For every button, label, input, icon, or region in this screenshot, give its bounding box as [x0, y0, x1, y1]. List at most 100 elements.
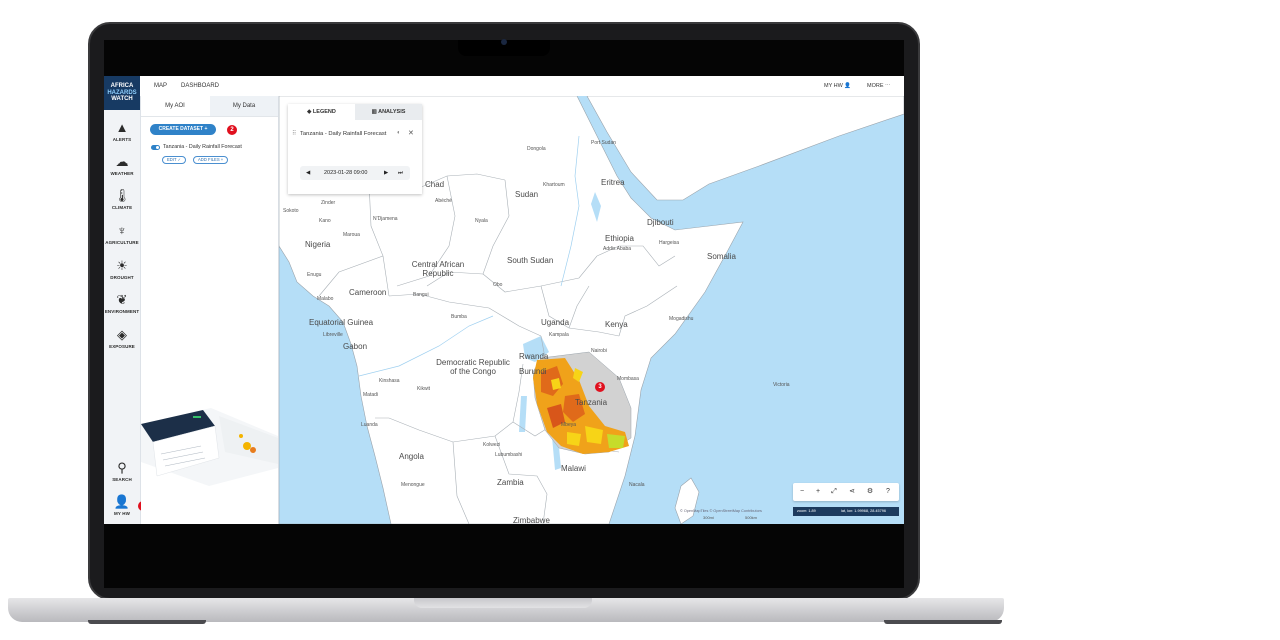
city-label: Bangui — [413, 292, 429, 298]
laptop-opening-notch — [414, 598, 592, 608]
cloud-rain-icon: ☁ — [115, 154, 129, 169]
drag-handle-icon[interactable]: ⠿ — [292, 130, 296, 137]
edit-dataset-button[interactable]: EDIT ✓ — [162, 156, 187, 164]
country-label: Nigeria — [305, 240, 331, 249]
last-date-icon[interactable]: ⏭ — [398, 166, 403, 180]
bottom-bezel — [104, 524, 904, 588]
share-icon[interactable]: ⋖ — [845, 483, 859, 501]
legend-layer-title: Tanzania - Daily Rainfall Forecast — [300, 131, 387, 137]
leaf-icon: ❦ — [116, 292, 128, 307]
country-label: Sudan — [515, 190, 539, 199]
bar-chart-icon: ▥ — [371, 109, 377, 115]
city-label: Malabo — [317, 296, 334, 302]
user-icon: 👤 — [844, 83, 852, 89]
app-logo[interactable]: AFRICA HAZARDS WATCH — [104, 76, 140, 110]
country-label: Central African Republic — [411, 260, 465, 278]
map-attribution[interactable]: © OpenMapTiles © OpenStreetMap Contribut… — [680, 509, 762, 513]
tab-legend-label: LEGEND — [312, 109, 336, 115]
panel-tabs: My AOI My Data — [141, 96, 278, 117]
rail-item-agriculture[interactable]: ♆ AGRICULTURE — [104, 223, 140, 245]
date-stepper: ◀ 2023-01-28 09:00 ▶ ⏭ — [300, 166, 410, 180]
coordinate-readout: lat, lon: 1.99968, 28.45796 — [841, 509, 886, 513]
current-date: 2023-01-28 09:00 — [324, 170, 368, 176]
map-marker-badge[interactable]: 3 — [595, 382, 605, 392]
country-label: Kenya — [605, 320, 628, 329]
city-label: Lubumbashi — [495, 452, 523, 458]
legend-card: ◆ LEGEND ▥ ANALYSIS ⠿ Tanzania - Daily R… — [288, 104, 422, 194]
rail-item-alerts[interactable]: ▲ ALERTS — [104, 120, 140, 142]
zoom-in-button[interactable]: + — [811, 483, 825, 501]
city-label: Obo — [493, 282, 503, 288]
more-label: MORE — [867, 83, 884, 89]
rail-item-label: CLIMATE — [111, 205, 133, 210]
tab-my-data[interactable]: My Data — [210, 96, 278, 116]
nav-dashboard[interactable]: DASHBOARD — [181, 76, 219, 96]
country-label: Angola — [399, 452, 424, 461]
opacity-icon[interactable]: ◐ — [397, 130, 401, 136]
country-label: Rwanda — [519, 352, 549, 361]
scale-bar-km: 500km — [745, 515, 758, 520]
country-label: Cameroon — [349, 288, 387, 297]
my-hw-menu[interactable]: MY HW 👤 — [824, 76, 851, 96]
country-label: Burundi — [519, 367, 547, 376]
tab-analysis-label: ANALYSIS — [378, 109, 406, 115]
thermometer-icon: 🌡 — [113, 188, 131, 203]
rail-item-my-hw[interactable]: 👤 MY HW — [104, 494, 140, 516]
nav-map[interactable]: MAP — [154, 76, 167, 96]
close-icon[interactable]: ✕ — [408, 129, 414, 137]
rail-item-climate[interactable]: 🌡 CLIMATE — [104, 188, 140, 210]
more-menu[interactable]: MORE ⋯ — [867, 76, 891, 96]
city-label: Libreville — [323, 332, 343, 338]
city-label: Nyala — [475, 218, 488, 224]
rail-item-exposure[interactable]: ◈ EXPOSURE — [104, 327, 140, 349]
country-label: South Sudan — [507, 256, 554, 265]
add-files-button[interactable]: ADD FILES + — [193, 156, 229, 164]
user-icon: 👤 — [113, 494, 131, 509]
city-label: Abéché — [435, 198, 452, 204]
rail-item-label: ALERTS — [112, 137, 132, 142]
country-label: Equatorial Guinea — [309, 318, 374, 327]
laptop-foot-right — [884, 620, 1002, 624]
warning-triangle-icon: ▲ — [115, 120, 129, 135]
sun-dry-icon: ☀ — [116, 258, 128, 273]
city-label: N'Djamena — [373, 216, 398, 222]
rail-item-label: MY HW — [114, 511, 130, 516]
wheat-icon: ♆ — [117, 223, 127, 238]
tab-my-aoi[interactable]: My AOI — [141, 96, 209, 116]
play-icon[interactable]: ▶ — [384, 166, 388, 180]
rail-item-search[interactable]: ⚲ SEARCH — [104, 460, 140, 482]
rail-item-environment[interactable]: ❦ ENVIRONMENT — [104, 292, 140, 314]
logo-line-3: WATCH — [111, 96, 133, 102]
rail-item-weather[interactable]: ☁ WEATHER — [104, 154, 140, 176]
city-label: Bumba — [451, 314, 467, 320]
data-panel: My AOI My Data CREATE DATASET + 2 Tanzan… — [141, 96, 279, 524]
country-label: Gabon — [343, 342, 368, 351]
zoom-out-button[interactable]: − — [795, 483, 809, 501]
rail-item-label: WEATHER — [110, 171, 134, 176]
city-label: Khartoum — [543, 182, 565, 188]
city-label: Kolwezi — [483, 442, 501, 448]
top-nav-bar: MAP DASHBOARD MY HW 👤 MORE ⋯ — [140, 76, 904, 97]
camera-icon — [501, 39, 507, 45]
prev-date-icon[interactable]: ◀ — [306, 166, 310, 180]
city-label: Nacala — [629, 482, 645, 488]
tab-legend[interactable]: ◆ LEGEND — [288, 104, 355, 120]
city-label: Mbeya — [561, 422, 577, 428]
map-status-bar: zoom: 1.89 lat, lon: 1.99968, 28.45796 — [793, 507, 899, 516]
fullscreen-button[interactable]: ⤢ — [827, 483, 841, 501]
map-toolbar: − + ⤢ ⋖ ⚙ ? — [793, 483, 899, 501]
help-icon[interactable]: ? — [881, 483, 895, 501]
tab-analysis[interactable]: ▥ ANALYSIS — [355, 104, 422, 120]
create-dataset-badge: 2 — [227, 125, 237, 135]
city-label: Enugu — [307, 272, 322, 278]
city-label: Sokoto — [283, 208, 299, 214]
rail-item-drought[interactable]: ☀ DROUGHT — [104, 258, 140, 280]
city-label: Mombasa — [617, 376, 639, 382]
city-label: Mogadishu — [669, 316, 694, 322]
city-label: Kikwit — [417, 386, 431, 392]
rail-item-label: SEARCH — [112, 477, 132, 482]
gear-icon[interactable]: ⚙ — [863, 483, 877, 501]
create-dataset-button[interactable]: CREATE DATASET + — [150, 124, 216, 135]
dataset-visibility-toggle[interactable] — [151, 145, 160, 150]
app-screen: AFRICA HAZARDS WATCH ▲ ALERTS ☁ WEATHER … — [104, 76, 904, 524]
